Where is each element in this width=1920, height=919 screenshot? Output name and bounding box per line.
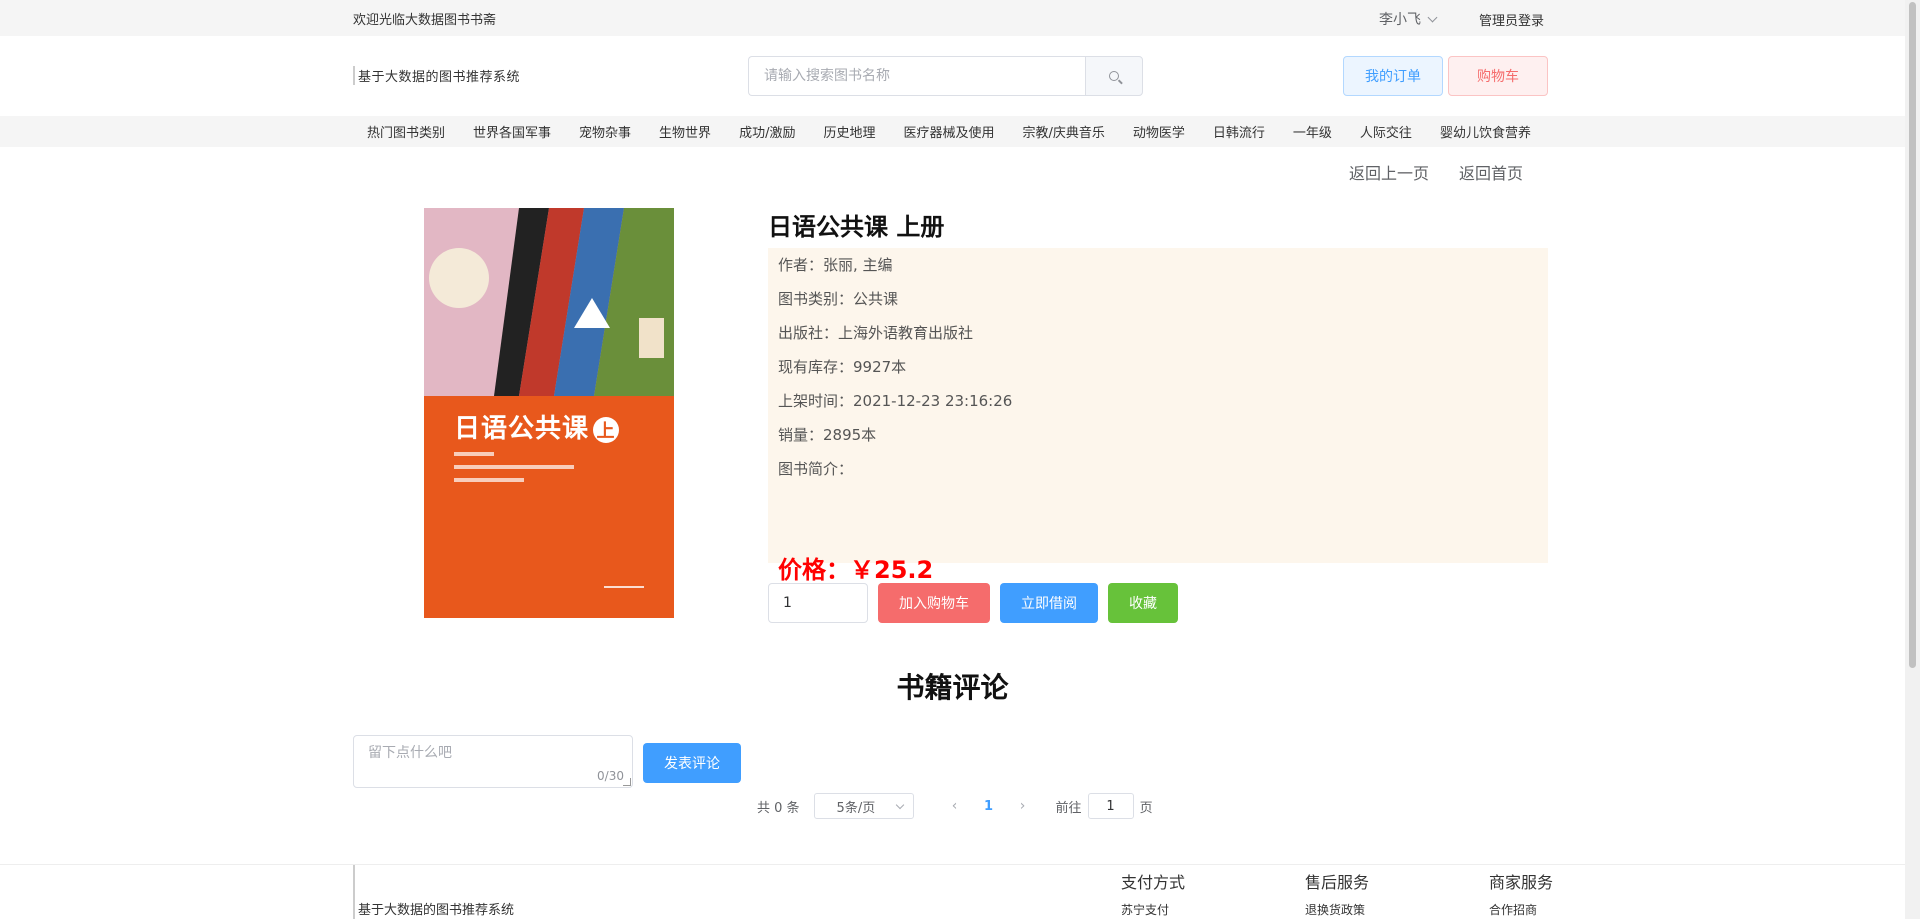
book-author: 作者：张丽, 主编 bbox=[778, 256, 893, 274]
book-stock: 现有库存：9927本 bbox=[778, 358, 907, 376]
footer-link[interactable]: 合作招商 bbox=[1489, 901, 1553, 918]
book-publisher: 出版社：上海外语教育出版社 bbox=[778, 324, 974, 342]
goto-label: 前往 bbox=[1055, 800, 1082, 816]
header: 基于大数据的图书推荐系统 我的订单 购物车 bbox=[0, 36, 1920, 116]
search-bar bbox=[748, 56, 1143, 96]
footer-logo: 基于大数据的图书推荐系统 bbox=[353, 865, 514, 919]
page-nav: 返回上一页 返回首页 bbox=[1349, 160, 1523, 184]
category-item[interactable]: 动物医学 bbox=[1133, 122, 1185, 141]
quantity-input[interactable]: 1 bbox=[768, 583, 868, 623]
footer-column-payment: 支付方式 苏宁支付 bbox=[1121, 869, 1185, 918]
footer-column-title: 售后服务 bbox=[1305, 873, 1370, 892]
next-page-button[interactable]: › bbox=[1004, 798, 1042, 814]
category-item[interactable]: 医疗器械及使用 bbox=[903, 122, 994, 141]
category-item[interactable]: 一年级 bbox=[1293, 122, 1332, 141]
site-logo[interactable]: 基于大数据的图书推荐系统 bbox=[353, 66, 520, 85]
book-intro: 图书简介： bbox=[778, 460, 854, 478]
book-title: 日语公共课 上册 bbox=[768, 213, 945, 241]
back-link[interactable]: 返回上一页 bbox=[1349, 160, 1429, 184]
cart-button[interactable]: 购物车 bbox=[1448, 56, 1548, 96]
category-item[interactable]: 成功/激励 bbox=[739, 122, 795, 141]
book-category: 图书类别：公共课 bbox=[778, 290, 899, 308]
book-cover-image: 日语公共课上 bbox=[424, 208, 674, 618]
username: 李小飞 bbox=[1379, 12, 1421, 28]
page-size-select[interactable]: 5条/页 bbox=[813, 793, 914, 819]
footer-column-title: 支付方式 bbox=[1121, 873, 1186, 892]
comment-textarea[interactable]: 留下点什么吧 0/30 bbox=[353, 735, 633, 788]
post-comment-button[interactable]: 发表评论 bbox=[643, 743, 741, 783]
category-nav: 热门图书类别 世界各国军事 宠物杂事 生物世界 成功/激励 历史地理 医疗器械及使用 宗教/庆… bbox=[0, 116, 1920, 147]
category-item[interactable]: 生物世界 bbox=[659, 122, 711, 141]
footer-column-title: 商家服务 bbox=[1489, 873, 1554, 892]
user-menu[interactable]: 李小飞 bbox=[1379, 9, 1438, 29]
footer-link[interactable]: 苏宁支付 bbox=[1121, 901, 1185, 918]
search-input[interactable] bbox=[748, 56, 1085, 96]
total-count: 共 0 条 bbox=[757, 800, 800, 816]
category-item[interactable]: 人际交往 bbox=[1360, 122, 1412, 141]
category-list: 热门图书类别 世界各国军事 宠物杂事 生物世界 成功/激励 历史地理 医疗器械及使用 宗教/庆… bbox=[353, 116, 1545, 147]
search-button[interactable] bbox=[1085, 56, 1143, 96]
top-bar: 欢迎光临大数据图书书斋 李小飞 管理员登录 bbox=[0, 0, 1920, 36]
publisher-mark bbox=[604, 586, 644, 596]
admin-login-link[interactable]: 管理员登录 bbox=[1479, 10, 1544, 29]
book-info-panel: 作者：张丽, 主编 图书类别：公共课 出版社：上海外语教育出版社 现有库存：99… bbox=[768, 248, 1548, 563]
category-item[interactable]: 宠物杂事 bbox=[579, 122, 631, 141]
book-sales: 销量：2895本 bbox=[778, 426, 877, 444]
favorite-button[interactable]: 收藏 bbox=[1108, 583, 1178, 623]
category-item[interactable]: 宗教/庆典音乐 bbox=[1022, 122, 1104, 141]
category-item[interactable]: 日韩流行 bbox=[1213, 122, 1265, 141]
search-icon bbox=[1109, 71, 1119, 81]
page-number-current[interactable]: 1 bbox=[974, 799, 1004, 814]
footer-column-aftersales: 售后服务 退换货政策 bbox=[1305, 869, 1369, 918]
category-item[interactable]: 历史地理 bbox=[823, 122, 875, 141]
comment-placeholder: 留下点什么吧 bbox=[368, 745, 452, 761]
chevron-down-icon bbox=[895, 800, 904, 810]
home-link[interactable]: 返回首页 bbox=[1459, 160, 1523, 184]
category-item[interactable]: 世界各国军事 bbox=[473, 122, 551, 141]
comment-counter: 0/30 bbox=[597, 769, 624, 783]
chevron-down-icon bbox=[1427, 12, 1438, 22]
category-item[interactable]: 热门图书类别 bbox=[367, 122, 445, 141]
cover-credits bbox=[454, 452, 574, 491]
footer-column-merchant: 商家服务 合作招商 bbox=[1489, 869, 1553, 918]
pagination: 共 0 条 5条/页 ‹ 1 › 前往 1 页 bbox=[757, 793, 1153, 819]
my-orders-button[interactable]: 我的订单 bbox=[1343, 56, 1443, 96]
borrow-now-button[interactable]: 立即借阅 bbox=[1000, 583, 1098, 623]
page-scrollbar[interactable] bbox=[1905, 0, 1920, 919]
book-listed-time: 上架时间：2021-12-23 23:16:26 bbox=[778, 392, 1013, 410]
footer-link[interactable]: 退换货政策 bbox=[1305, 901, 1369, 918]
prev-page-button[interactable]: ‹ bbox=[936, 798, 974, 814]
resize-handle[interactable] bbox=[623, 778, 631, 786]
cover-title: 日语公共课上 bbox=[454, 408, 620, 445]
goto-page-input[interactable]: 1 bbox=[1087, 793, 1134, 819]
cover-artwork bbox=[424, 208, 674, 396]
category-item[interactable]: 婴幼儿饮食营养 bbox=[1440, 122, 1531, 141]
footer: 基于大数据的图书推荐系统 支付方式 苏宁支付 售后服务 退换货政策 商家服务 合… bbox=[0, 864, 1905, 919]
book-price: 价格：￥25.2 bbox=[778, 556, 934, 584]
page-suffix: 页 bbox=[1139, 800, 1153, 816]
add-to-cart-button[interactable]: 加入购物车 bbox=[878, 583, 990, 623]
welcome-text: 欢迎光临大数据图书书斋 bbox=[353, 13, 497, 28]
scrollbar-thumb[interactable] bbox=[1909, 2, 1916, 668]
reviews-heading: 书籍评论 bbox=[896, 671, 1009, 704]
